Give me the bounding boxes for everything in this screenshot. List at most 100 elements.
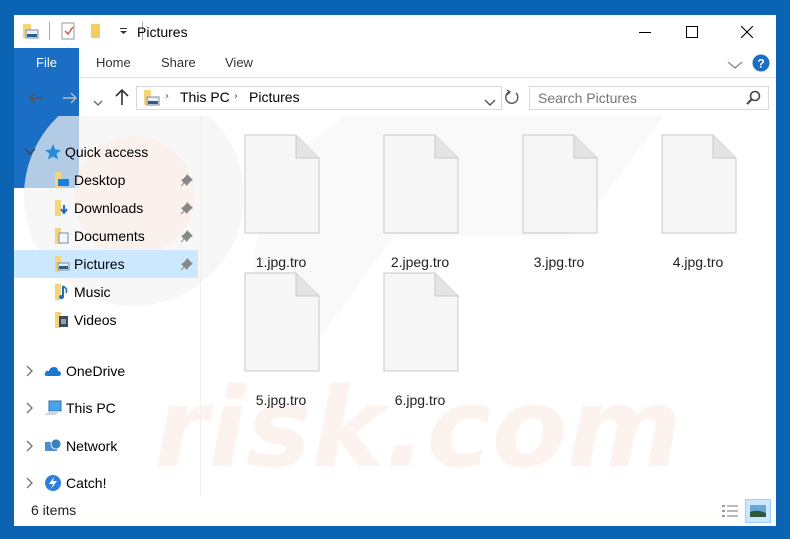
item-count: 6 items: [31, 502, 77, 518]
breadcrumb-this-pc[interactable]: This PC: [180, 89, 230, 105]
sidebar-item-label: Desktop: [74, 172, 126, 188]
chevron-right-icon: [26, 365, 33, 377]
file-item[interactable]: 5.jpg.tro: [226, 272, 336, 412]
sidebar-item-label: Music: [74, 284, 111, 300]
breadcrumb-separator-icon: ›: [234, 91, 238, 102]
sidebar-item-documents[interactable]: Documents: [14, 222, 198, 250]
catch-app-icon: [45, 475, 61, 491]
sidebar-item-videos[interactable]: Videos: [14, 306, 198, 334]
new-folder-icon[interactable]: [87, 22, 105, 40]
recent-locations-button[interactable]: [93, 92, 103, 111]
sidebar-item-desktop[interactable]: Desktop: [14, 166, 198, 194]
tab-home[interactable]: Home: [96, 48, 131, 77]
large-icons-view-icon: [750, 505, 766, 517]
file-name: 1.jpg.tro: [255, 254, 307, 270]
pin-icon[interactable]: [180, 201, 194, 215]
close-button[interactable]: [724, 15, 770, 48]
blank-file-icon: [244, 134, 320, 234]
address-history-button[interactable]: [484, 93, 496, 112]
sidebar-item-music[interactable]: Music: [14, 278, 198, 306]
window-title: Pictures: [137, 24, 188, 40]
svg-text:?: ?: [757, 57, 764, 71]
sidebar-item-quick-access[interactable]: Quick access: [14, 138, 198, 166]
expand-ribbon-button[interactable]: [727, 56, 743, 75]
pin-icon[interactable]: [180, 229, 194, 243]
downloads-folder-icon: [55, 200, 68, 216]
quick-access-toolbar: [22, 22, 152, 40]
chevron-down-icon: [24, 148, 36, 156]
sidebar-item-pictures[interactable]: Pictures: [14, 250, 198, 278]
file-item[interactable]: 2.jpeg.tro: [365, 134, 475, 274]
minimize-icon: [639, 31, 651, 33]
chevron-right-icon: [26, 440, 33, 452]
file-item[interactable]: 1.jpg.tro: [226, 134, 336, 274]
refresh-button[interactable]: [504, 89, 520, 109]
desktop-folder-icon: [55, 172, 69, 188]
forward-button[interactable]: [62, 90, 78, 109]
sidebar-item-label: OneDrive: [66, 363, 126, 379]
large-icons-view-button[interactable]: [745, 499, 771, 523]
file-name: 6.jpg.tro: [394, 392, 446, 408]
sidebar-item-onedrive[interactable]: OneDrive: [14, 357, 198, 385]
chevron-down-icon: [93, 100, 103, 106]
help-button[interactable]: ?: [752, 54, 770, 76]
details-view-button[interactable]: [721, 503, 739, 523]
computer-icon: [44, 400, 62, 415]
sidebar-item-this-pc[interactable]: This PC: [14, 394, 198, 422]
breadcrumb-pictures[interactable]: Pictures: [249, 89, 300, 105]
refresh-icon: [505, 89, 519, 104]
maximize-icon: [686, 25, 698, 38]
tab-view[interactable]: View: [225, 48, 253, 77]
explorer-window: Pictures File Home Share View ? › This P…: [14, 15, 776, 526]
pin-icon[interactable]: [180, 257, 194, 271]
ribbon: File Home Share View ?: [14, 48, 776, 188]
sidebar-item-network[interactable]: Network: [14, 432, 198, 460]
blank-file-icon: [244, 272, 320, 372]
arrow-right-icon: [63, 92, 77, 104]
sidebar-item-catch[interactable]: Catch!: [14, 469, 198, 497]
documents-folder-icon: [55, 228, 69, 244]
chevron-right-icon: [26, 477, 33, 489]
address-bar[interactable]: › This PC › Pictures: [136, 86, 502, 110]
pictures-folder-icon: [143, 89, 161, 111]
arrow-up-icon: [115, 88, 129, 105]
file-name: 3.jpg.tro: [533, 254, 585, 270]
file-item[interactable]: 4.jpg.tro: [643, 134, 753, 274]
sidebar-item-downloads[interactable]: Downloads: [14, 194, 198, 222]
title-bar: Pictures: [14, 15, 776, 48]
search-icon[interactable]: [745, 90, 761, 110]
arrow-left-icon: [29, 92, 43, 104]
file-name: 2.jpeg.tro: [390, 254, 450, 270]
blank-file-icon: [661, 134, 737, 234]
pictures-folder-icon: [55, 256, 70, 272]
file-list: 1.jpg.tro 2.jpeg.tro 3.jpg.tro 4.jpg.tro…: [201, 116, 776, 496]
search-input[interactable]: [536, 88, 740, 108]
pin-icon[interactable]: [180, 173, 194, 187]
status-bar: 6 items: [14, 497, 776, 526]
details-view-icon: [722, 505, 738, 517]
navigation-bar: › This PC › Pictures: [14, 78, 776, 116]
tab-share[interactable]: Share: [161, 48, 196, 77]
maximize-button[interactable]: [669, 15, 715, 48]
sidebar-item-label: Quick access: [65, 144, 149, 160]
file-item[interactable]: 3.jpg.tro: [504, 134, 614, 274]
properties-icon[interactable]: [59, 22, 77, 40]
search-box[interactable]: [529, 86, 769, 110]
chevron-right-icon: [26, 402, 33, 414]
file-item[interactable]: 6.jpg.tro: [365, 272, 475, 412]
help-icon: ?: [752, 54, 770, 72]
chevron-down-icon: [484, 99, 496, 106]
pictures-folder-icon[interactable]: [22, 22, 40, 40]
back-button[interactable]: [28, 90, 44, 109]
blank-file-icon: [522, 134, 598, 234]
star-icon: [45, 144, 61, 160]
sidebar-item-label: Network: [66, 438, 118, 454]
videos-folder-icon: [55, 312, 68, 328]
minimize-button[interactable]: [622, 15, 668, 48]
navigation-pane: Quick access Desktop Downloads Documents…: [14, 116, 201, 496]
file-name: 5.jpg.tro: [255, 392, 307, 408]
up-button[interactable]: [115, 88, 129, 110]
sidebar-item-label: Videos: [74, 312, 117, 328]
sidebar-item-label: This PC: [66, 400, 116, 416]
customize-qat-chevron-icon[interactable]: [115, 22, 133, 40]
